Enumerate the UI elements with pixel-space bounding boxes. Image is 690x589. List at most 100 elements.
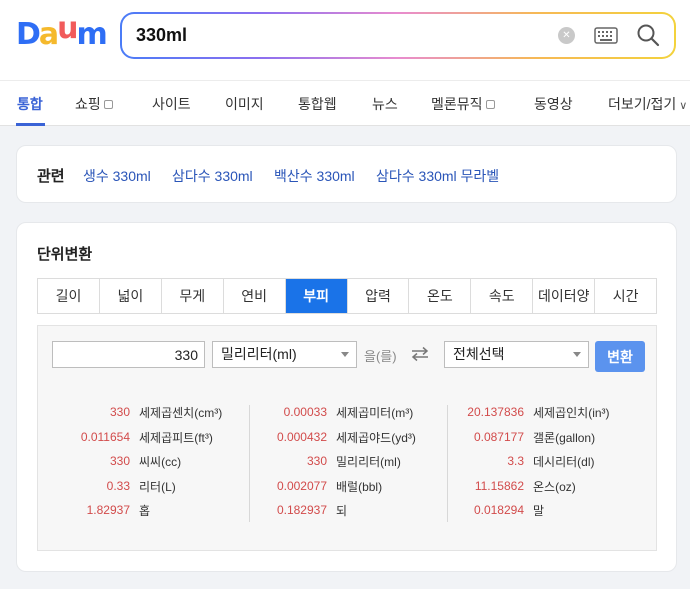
value-input[interactable]	[52, 341, 205, 368]
result-row: 3.3 데시리터(dl)	[454, 451, 595, 471]
result-value: 11.15862	[474, 479, 524, 493]
result-row: 0.002077 배럴(bbl)	[256, 476, 382, 496]
logo-letter: u	[57, 11, 78, 46]
tab-melon-music[interactable]: 멜론뮤직	[431, 94, 495, 114]
result-value: 0.011654	[80, 430, 130, 444]
result-unit: 밀리리터(ml)	[336, 454, 401, 469]
result-unit: 세제곱피트(ft³)	[139, 430, 213, 445]
tab-image[interactable]: 이미지	[225, 94, 264, 114]
chevron-down-icon	[573, 352, 581, 357]
result-unit: 갤론(gallon)	[533, 430, 596, 445]
result-row: 1.82937 홉	[58, 500, 150, 520]
unit-converter: 단위변환 길이 넓이 무게 연비 부피 압력 온도 속도 데이터양 시간 밀리리…	[16, 222, 677, 572]
swap-arrows-icon[interactable]	[410, 346, 430, 362]
tab-speed[interactable]: 속도	[471, 279, 534, 313]
convert-button[interactable]: 변환	[595, 341, 645, 372]
result-row: 0.011654 세제곱피트(ft³)	[58, 427, 213, 447]
result-unit: 세제곱인치(in³)	[533, 405, 610, 420]
tab-pressure[interactable]: 압력	[348, 279, 410, 313]
result-value: 3.3	[507, 454, 524, 468]
related-link[interactable]: 백산수 330ml	[274, 166, 355, 186]
result-row: 0.000432 세제곱야드(yd³)	[256, 427, 416, 447]
search-tabs: 통합 쇼핑 사이트 이미지 통합웹 뉴스 멜론뮤직 동영상 더보기/접기 ∨	[0, 80, 690, 126]
related-link[interactable]: 삼다수 330ml	[172, 166, 253, 186]
result-unit: 홉	[139, 503, 151, 518]
result-unit: 온스(oz)	[533, 479, 576, 494]
related-link[interactable]: 생수 330ml	[83, 166, 151, 186]
result-unit: 배럴(bbl)	[336, 479, 383, 494]
tab-volume[interactable]: 부피	[285, 279, 348, 313]
result-value: 1.82937	[86, 503, 130, 517]
result-row: 0.00033 세제곱미터(m³)	[256, 402, 414, 422]
result-value: 20.137836	[467, 405, 524, 419]
keyboard-icon[interactable]	[594, 27, 618, 44]
tab-news[interactable]: 뉴스	[372, 94, 398, 114]
result-value: 0.33	[106, 479, 130, 493]
result-row: 0.018294 말	[454, 500, 544, 520]
to-unit-select[interactable]: 전체선택	[444, 341, 589, 368]
tab-data[interactable]: 데이터양	[533, 279, 596, 313]
logo-letter: m	[76, 17, 108, 52]
chevron-down-icon	[341, 352, 349, 357]
result-unit: 세제곱야드(yd³)	[336, 430, 416, 445]
tab-area[interactable]: 넓이	[100, 279, 162, 313]
related-link[interactable]: 삼다수 330ml 무라벨	[376, 166, 499, 186]
result-row: 0.182937 되	[256, 500, 347, 520]
result-value: 0.002077	[276, 479, 327, 493]
result-value: 330	[306, 454, 327, 468]
related-searches: 관련 생수 330ml 삼다수 330ml 백산수 330ml 삼다수 330m…	[16, 145, 677, 203]
logo-letter: a	[38, 17, 59, 52]
result-row: 20.137836 세제곱인치(in³)	[454, 402, 610, 422]
tab-more[interactable]: 더보기/접기 ∨	[608, 94, 687, 114]
tab-label: 더보기/접기	[608, 96, 677, 112]
connector-label: 을(를)	[364, 349, 397, 364]
result-value: 0.000432	[276, 430, 327, 444]
result-row: 330 씨씨(cc)	[58, 451, 181, 471]
from-unit-select[interactable]: 밀리리터(ml)	[212, 341, 357, 368]
related-title: 관련	[37, 168, 65, 185]
chevron-down-icon: ∨	[679, 100, 688, 112]
result-unit: 되	[336, 503, 348, 518]
result-value: 0.182937	[276, 503, 327, 517]
result-value: 0.00033	[283, 405, 327, 419]
to-unit-label: 전체선택	[453, 346, 505, 362]
daum-logo[interactable]: D a u m	[16, 14, 108, 52]
tab-weight[interactable]: 무게	[162, 279, 224, 313]
active-tab-underline	[16, 123, 45, 126]
result-unit: 씨씨(cc)	[139, 454, 182, 469]
result-row: 330 세제곱센치(cm³)	[58, 402, 222, 422]
header: D a u m ✕	[0, 0, 690, 80]
search-inner: ✕	[122, 14, 674, 57]
column-divider	[447, 405, 448, 522]
tab-length[interactable]: 길이	[38, 279, 100, 313]
result-value: 330	[109, 454, 130, 468]
close-circle-icon[interactable]: ✕	[558, 27, 575, 44]
column-divider	[249, 405, 250, 522]
tab-web[interactable]: 통합웹	[298, 94, 337, 114]
result-unit: 말	[533, 503, 545, 518]
unit-category-tabs: 길이 넓이 무게 연비 부피 압력 온도 속도 데이터양 시간	[37, 278, 657, 314]
tab-time[interactable]: 시간	[595, 279, 656, 313]
external-box-icon	[485, 100, 495, 109]
search-input[interactable]	[136, 22, 536, 49]
magnifier-icon[interactable]	[636, 23, 660, 47]
external-box-icon	[103, 100, 113, 109]
result-row: 0.087177 갤론(gallon)	[454, 427, 595, 447]
result-unit: 세제곱센치(cm³)	[139, 405, 223, 420]
from-unit-label: 밀리리터(ml)	[221, 346, 297, 362]
tab-shopping[interactable]: 쇼핑	[75, 94, 113, 114]
search-box: ✕	[120, 12, 676, 59]
result-unit: 데시리터(dl)	[533, 454, 595, 469]
tab-video[interactable]: 동영상	[534, 94, 573, 114]
result-value: 330	[109, 405, 130, 419]
logo-letter: D	[16, 17, 41, 52]
result-row: 0.33 리터(L)	[58, 476, 176, 496]
result-unit: 세제곱미터(m³)	[336, 405, 414, 420]
tab-temperature[interactable]: 온도	[409, 279, 472, 313]
result-unit: 리터(L)	[139, 479, 176, 494]
tab-label: 멜론뮤직	[431, 96, 483, 112]
tab-fuel[interactable]: 연비	[224, 279, 286, 313]
tab-site[interactable]: 사이트	[152, 94, 191, 114]
tab-total[interactable]: 통합	[17, 94, 43, 114]
result-row: 330 밀리리터(ml)	[256, 451, 401, 471]
